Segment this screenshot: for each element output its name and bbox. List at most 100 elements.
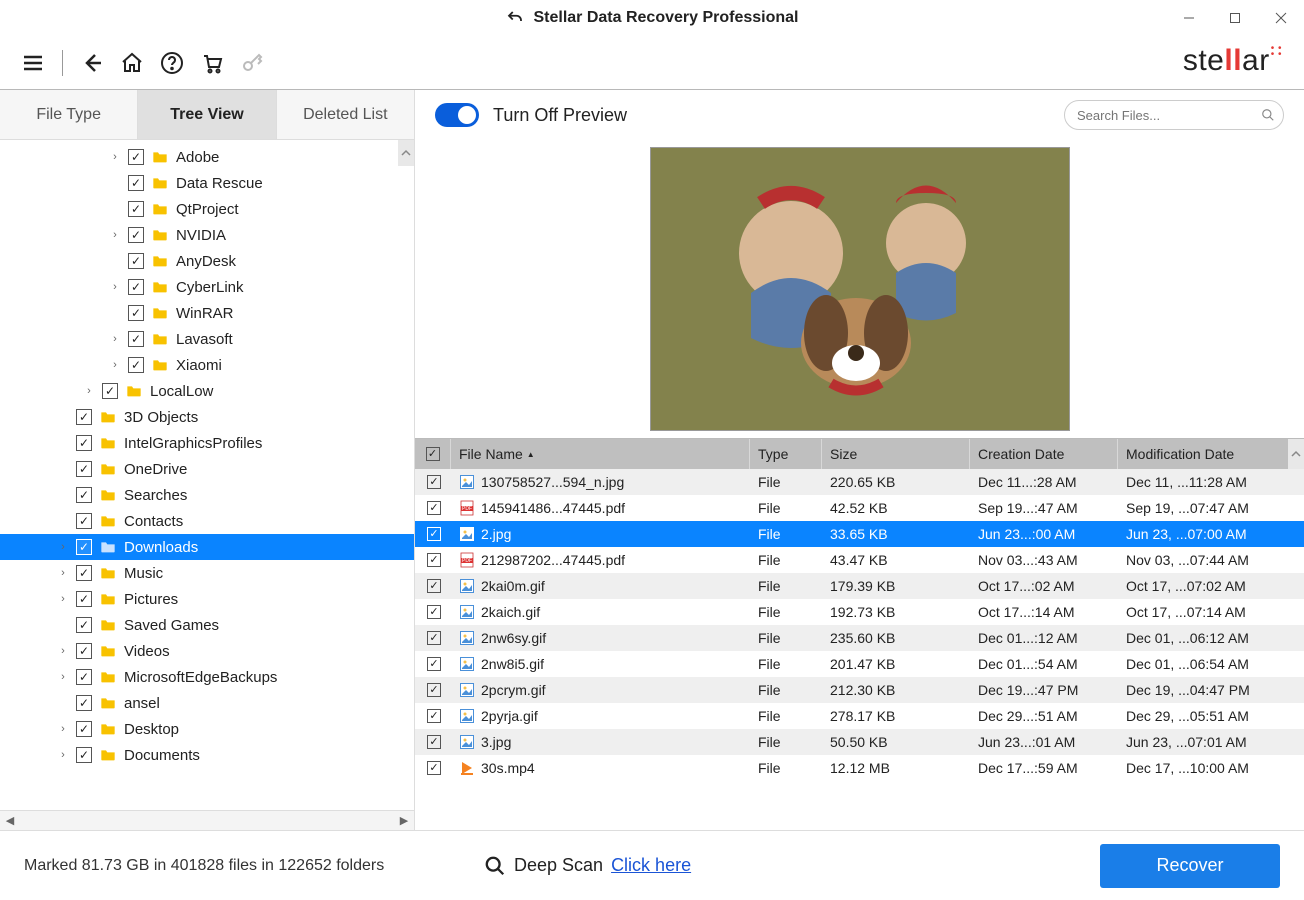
tree-item[interactable]: ✓Data Rescue (0, 170, 414, 196)
tab-tree-view[interactable]: Tree View (138, 90, 276, 140)
tree-checkbox[interactable]: ✓ (76, 669, 92, 685)
tree-item[interactable]: ✓QtProject (0, 196, 414, 222)
preview-toggle[interactable] (435, 103, 479, 127)
expand-icon[interactable]: › (56, 749, 70, 761)
row-checkbox[interactable]: ✓ (427, 553, 441, 567)
expand-icon[interactable]: › (56, 541, 70, 553)
tree-checkbox[interactable]: ✓ (76, 539, 92, 555)
scroll-left-icon[interactable]: ◀ (0, 814, 20, 827)
table-row[interactable]: ✓2pcrym.gifFile212.30 KBDec 19...:47 PMD… (415, 677, 1304, 703)
tree-checkbox[interactable]: ✓ (76, 513, 92, 529)
tree-checkbox[interactable]: ✓ (128, 305, 144, 321)
col-filename[interactable]: File Name▲ (451, 439, 750, 469)
row-checkbox[interactable]: ✓ (427, 501, 441, 515)
tree-hscrollbar[interactable]: ◀ ▶ (0, 810, 414, 830)
back-icon[interactable] (77, 48, 107, 78)
maximize-button[interactable] (1212, 0, 1258, 36)
expand-icon[interactable]: › (108, 151, 122, 163)
minimize-button[interactable] (1166, 0, 1212, 36)
expand-icon[interactable]: › (108, 359, 122, 371)
tree-checkbox[interactable]: ✓ (102, 383, 118, 399)
tree-checkbox[interactable]: ✓ (76, 643, 92, 659)
expand-icon[interactable]: › (56, 723, 70, 735)
tree-item[interactable]: ✓WinRAR (0, 300, 414, 326)
expand-icon[interactable]: › (82, 385, 96, 397)
scroll-right-icon[interactable]: ▶ (394, 814, 414, 827)
tree-checkbox[interactable]: ✓ (76, 747, 92, 763)
table-row[interactable]: ✓2pyrja.gifFile278.17 KBDec 29...:51 AMD… (415, 703, 1304, 729)
tab-deleted-list[interactable]: Deleted List (277, 90, 414, 140)
cart-icon[interactable] (197, 48, 227, 78)
tree-checkbox[interactable]: ✓ (128, 175, 144, 191)
tree-checkbox[interactable]: ✓ (76, 461, 92, 477)
tree-item[interactable]: ›✓Downloads (0, 534, 414, 560)
tree-item[interactable]: ›✓Lavasoft (0, 326, 414, 352)
tree-item[interactable]: ✓3D Objects (0, 404, 414, 430)
table-row[interactable]: ✓PDF145941486...47445.pdfFile42.52 KBSep… (415, 495, 1304, 521)
tree-item[interactable]: ›✓Music (0, 560, 414, 586)
close-button[interactable] (1258, 0, 1304, 36)
tree-item[interactable]: ✓Saved Games (0, 612, 414, 638)
tree-item[interactable]: ✓IntelGraphicsProfiles (0, 430, 414, 456)
expand-icon[interactable]: › (56, 671, 70, 683)
tree-checkbox[interactable]: ✓ (128, 279, 144, 295)
recover-button[interactable]: Recover (1100, 844, 1280, 888)
tree-item[interactable]: ›✓CyberLink (0, 274, 414, 300)
search-input[interactable] (1077, 108, 1253, 123)
table-row[interactable]: ✓130758527...594_n.jpgFile220.65 KBDec 1… (415, 469, 1304, 495)
expand-icon[interactable]: › (108, 281, 122, 293)
row-checkbox[interactable]: ✓ (427, 475, 441, 489)
menu-icon[interactable] (18, 48, 48, 78)
tree-checkbox[interactable]: ✓ (76, 435, 92, 451)
table-row[interactable]: ✓2nw8i5.gifFile201.47 KBDec 01...:54 AMD… (415, 651, 1304, 677)
tree-checkbox[interactable]: ✓ (128, 227, 144, 243)
table-row[interactable]: ✓2kai0m.gifFile179.39 KBOct 17...:02 AMO… (415, 573, 1304, 599)
tree-item[interactable]: ›✓Documents (0, 742, 414, 768)
tree-checkbox[interactable]: ✓ (76, 617, 92, 633)
tree-item[interactable]: ›✓MicrosoftEdgeBackups (0, 664, 414, 690)
tree-checkbox[interactable]: ✓ (76, 409, 92, 425)
row-checkbox[interactable]: ✓ (427, 709, 441, 723)
table-row[interactable]: ✓PDF212987202...47445.pdfFile43.47 KBNov… (415, 547, 1304, 573)
tree-checkbox[interactable]: ✓ (128, 201, 144, 217)
tree-checkbox[interactable]: ✓ (76, 591, 92, 607)
expand-icon[interactable]: › (108, 229, 122, 241)
search-icon[interactable] (1261, 108, 1275, 122)
expand-icon[interactable]: › (56, 567, 70, 579)
help-icon[interactable] (157, 48, 187, 78)
row-checkbox[interactable]: ✓ (427, 579, 441, 593)
table-row[interactable]: ✓2kaich.gifFile192.73 KBOct 17...:14 AMO… (415, 599, 1304, 625)
expand-icon[interactable]: › (56, 645, 70, 657)
row-checkbox[interactable]: ✓ (427, 631, 441, 645)
tree-item[interactable]: ✓ansel (0, 690, 414, 716)
tree-item[interactable]: ✓Searches (0, 482, 414, 508)
tree-item[interactable]: ✓Contacts (0, 508, 414, 534)
tree-item[interactable]: ›✓Videos (0, 638, 414, 664)
col-size[interactable]: Size (822, 439, 970, 469)
expand-icon[interactable]: › (108, 333, 122, 345)
tab-file-type[interactable]: File Type (0, 90, 138, 140)
tree-item[interactable]: ✓AnyDesk (0, 248, 414, 274)
tree-checkbox[interactable]: ✓ (76, 721, 92, 737)
deep-scan-link[interactable]: Click here (611, 855, 691, 876)
table-row[interactable]: ✓2nw6sy.gifFile235.60 KBDec 01...:12 AMD… (415, 625, 1304, 651)
row-checkbox[interactable]: ✓ (427, 605, 441, 619)
row-checkbox[interactable]: ✓ (427, 657, 441, 671)
tree-checkbox[interactable]: ✓ (128, 331, 144, 347)
row-checkbox[interactable]: ✓ (427, 683, 441, 697)
home-icon[interactable] (117, 48, 147, 78)
tree-item[interactable]: ›✓Adobe (0, 144, 414, 170)
col-type[interactable]: Type (750, 439, 822, 469)
tree-item[interactable]: ›✓Xiaomi (0, 352, 414, 378)
table-row[interactable]: ✓3.jpgFile50.50 KBJun 23...:01 AMJun 23,… (415, 729, 1304, 755)
tree-checkbox[interactable]: ✓ (76, 695, 92, 711)
row-checkbox[interactable]: ✓ (427, 735, 441, 749)
row-checkbox[interactable]: ✓ (427, 761, 441, 775)
header-checkbox[interactable]: ✓ (415, 439, 451, 469)
tree-checkbox[interactable]: ✓ (76, 565, 92, 581)
tree-scroll-up-icon[interactable] (398, 140, 414, 166)
col-creation-date[interactable]: Creation Date (970, 439, 1118, 469)
table-row[interactable]: ✓30s.mp4File12.12 MBDec 17...:59 AMDec 1… (415, 755, 1304, 781)
search-box[interactable] (1064, 100, 1284, 130)
tree-item[interactable]: ›✓LocalLow (0, 378, 414, 404)
